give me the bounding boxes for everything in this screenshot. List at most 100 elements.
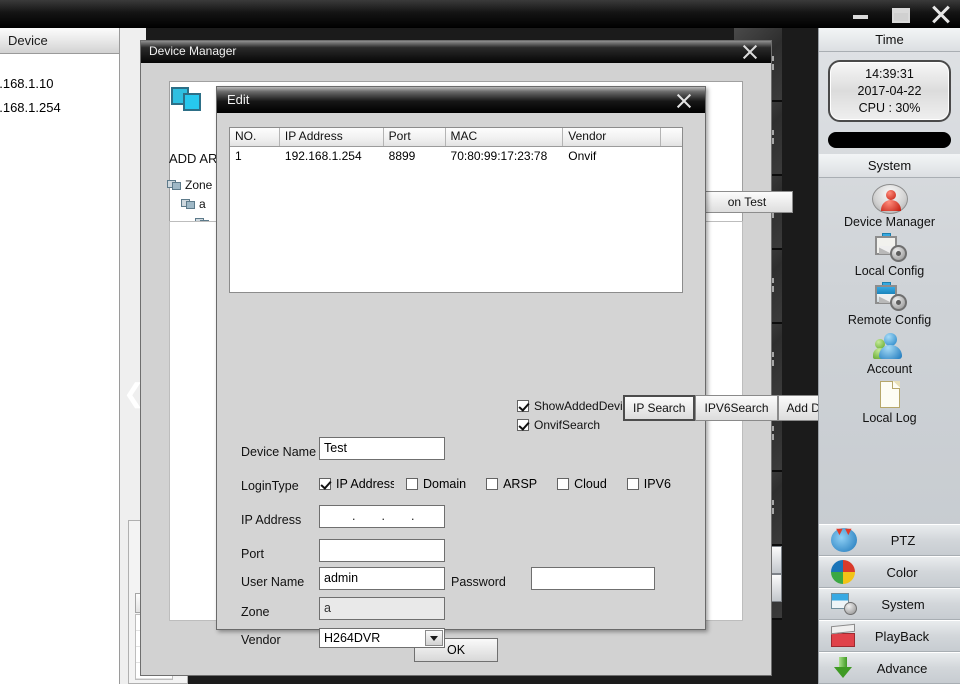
user-name-input[interactable]: admin [319, 567, 445, 590]
monitor-gear-icon [873, 233, 907, 263]
cell-vendor: Onvif [568, 149, 597, 163]
time-section-title: Time [819, 28, 960, 52]
clock-panel: 14:39:31 2017-04-22 CPU : 30% [828, 60, 951, 122]
ipv6-checkbox[interactable] [626, 478, 639, 490]
right-sidebar: Time 14:39:31 2017-04-22 CPU : 30% Syste… [818, 28, 960, 684]
clapperboard-icon [831, 623, 855, 647]
add-device-icon[interactable] [171, 83, 205, 113]
login-type-cloud[interactable]: Cloud [557, 477, 607, 491]
vendor-select[interactable]: H264DVR [319, 628, 445, 648]
column-header-ip-address[interactable]: IP Address [280, 128, 384, 146]
column-header-no[interactable]: NO. [230, 128, 280, 146]
sidebar-item-label: PlayBack [874, 628, 930, 644]
login-type-label: LoginType [241, 479, 299, 493]
list-item[interactable]: 2.168.1.254 [0, 96, 119, 120]
ip-address-input[interactable]: ... [319, 505, 445, 528]
connection-test-button[interactable]: on Test [701, 191, 793, 213]
sidebar-item-label: System [881, 596, 925, 612]
ip-address-option-label: IP Address [336, 477, 394, 491]
sidebar-item-color[interactable]: Color [819, 556, 960, 588]
login-type-ip-address[interactable]: IP Address [319, 477, 394, 491]
minimize-button[interactable] [848, 2, 874, 26]
status-bar-black [828, 132, 951, 148]
sidebar-item-label: Local Config [854, 264, 925, 278]
clock-time: 14:39:31 [865, 66, 914, 81]
login-type-domain[interactable]: Domain [406, 477, 466, 491]
sidebar-item-local-log[interactable]: Local Log [819, 380, 960, 425]
clock-date: 2017-04-22 [857, 83, 922, 98]
login-type-options: IP Address Domain ARSP Cloud IPV6 [319, 477, 683, 491]
sidebar-item-label: Remote Config [847, 313, 932, 327]
sidebar-item-label: Account [866, 362, 913, 376]
password-label: Password [451, 575, 506, 589]
login-type-ipv6[interactable]: IPV6 [626, 477, 671, 491]
zone-icon [167, 179, 181, 191]
ip-octet-separators: ... [352, 509, 415, 523]
close-button[interactable] [928, 2, 954, 26]
sidebar-item-ptz[interactable]: PTZ [819, 524, 960, 556]
cell-ip-address: 192.168.1.254 [284, 149, 362, 163]
show-added-device-label: ShowAddedDevice [534, 399, 632, 413]
chevron-down-icon[interactable] [425, 630, 443, 646]
show-added-device-checkbox-row[interactable]: ShowAddedDevice [517, 399, 632, 413]
cloud-option-label: Cloud [574, 477, 607, 491]
sidebar-item-playback[interactable]: PlayBack [819, 620, 960, 652]
device-manager-titlebar: Device Manager [141, 41, 771, 63]
zone-input[interactable]: a [319, 597, 445, 620]
ip-address-checkbox[interactable] [319, 478, 331, 490]
port-label: Port [241, 547, 264, 561]
system-section-title: System [819, 154, 960, 178]
onvif-search-checkbox[interactable] [517, 419, 529, 431]
arsp-checkbox[interactable] [486, 478, 499, 490]
left-panel-header: Device [0, 28, 119, 54]
column-header-port[interactable]: Port [384, 128, 446, 146]
domain-checkbox[interactable] [406, 478, 418, 490]
list-item[interactable]: 2.168.1.10 [0, 72, 119, 96]
sidebar-menu: PTZ Color System PlayBack Advance [819, 524, 960, 684]
sidebar-item-label: Device Manager [843, 215, 935, 229]
edit-dialog-close-icon[interactable] [675, 92, 693, 110]
table-row[interactable]: 1 192.168.1.254 8899 70:80:99:17:23:78 O… [230, 147, 682, 165]
ip-search-button[interactable]: IP Search [623, 395, 696, 421]
system-icon-list: Device Manager Local Config Remote Confi… [819, 178, 960, 425]
sidebar-item-label: Advance [876, 660, 928, 676]
left-device-panel: Device 2.168.1.10 2.168.1.254 [0, 28, 120, 684]
green-arrow-down-icon [831, 656, 855, 680]
device-search-table: NO. IP Address Port MAC Vendor 1 192.168… [229, 127, 683, 293]
cell-port: 8899 [388, 149, 416, 163]
monitor-gear-blue-icon [873, 282, 907, 312]
column-header-vendor[interactable]: Vendor [563, 128, 662, 146]
ip-address-field-label: IP Address [241, 513, 302, 527]
login-type-arsp[interactable]: ARSP [486, 477, 537, 491]
onvif-search-checkbox-row[interactable]: OnvifSearch [517, 418, 600, 432]
tree-node-label: a [199, 196, 206, 211]
sidebar-item-system[interactable]: System [819, 588, 960, 620]
password-input[interactable] [531, 567, 655, 590]
cell-mac: 70:80:99:17:23:78 [450, 149, 548, 163]
vendor-label: Vendor [241, 633, 281, 647]
sidebar-item-remote-config[interactable]: Remote Config [819, 282, 960, 327]
sidebar-item-account[interactable]: Account [819, 331, 960, 376]
column-header-mac[interactable]: MAC [446, 128, 564, 146]
table-header-row: NO. IP Address Port MAC Vendor [230, 128, 682, 147]
sidebar-item-local-config[interactable]: Local Config [819, 233, 960, 278]
device-name-input[interactable]: Test [319, 437, 445, 460]
zone-label: Zone [241, 605, 270, 619]
sidebar-item-device-manager[interactable]: Device Manager [819, 184, 960, 229]
port-input[interactable] [319, 539, 445, 562]
arsp-option-label: ARSP [503, 477, 538, 491]
domain-option-label: Domain [423, 477, 467, 491]
maximize-button[interactable] [888, 2, 914, 26]
ipv6-search-button[interactable]: IPV6Search [695, 395, 778, 421]
cloud-checkbox[interactable] [557, 478, 570, 490]
window-controls [848, 0, 954, 28]
zone-icon [181, 198, 195, 210]
sidebar-item-advance[interactable]: Advance [819, 652, 960, 684]
device-manager-close-icon[interactable] [741, 43, 759, 61]
user-name-label: User Name [241, 575, 305, 589]
column-header-extra[interactable] [661, 128, 682, 146]
ipv6-option-label: IPV6 [643, 477, 671, 491]
sidebar-item-label: PTZ [890, 532, 916, 548]
cell-no: 1 [235, 149, 242, 163]
show-added-device-checkbox[interactable] [517, 400, 529, 412]
